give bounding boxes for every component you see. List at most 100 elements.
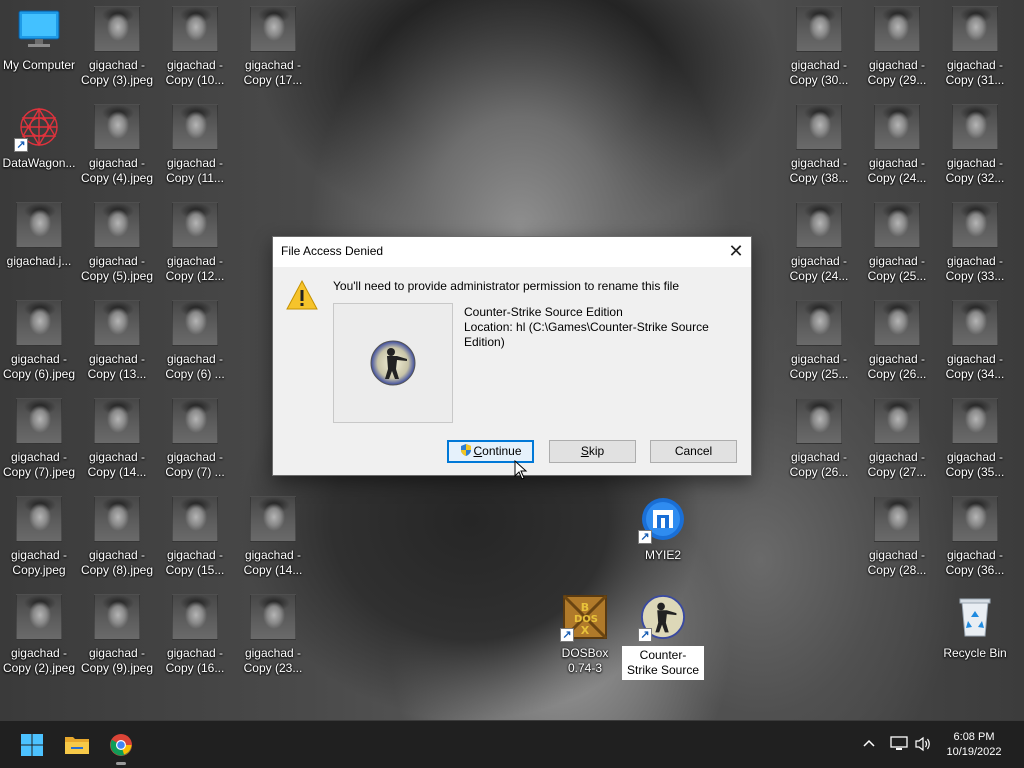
desktop-icon-image-file[interactable]: gigachad - Copy (32...: [936, 98, 1014, 190]
desktop-icon-image-file[interactable]: gigachad - Copy (17...: [234, 0, 312, 92]
continue-label: ontinue: [482, 444, 522, 458]
image-thumbnail-icon: [952, 496, 998, 542]
desktop-icon-image-file[interactable]: gigachad.j...: [0, 196, 78, 288]
start-button[interactable]: [16, 729, 48, 761]
desktop-icon-label: gigachad - Copy (25...: [789, 352, 849, 381]
icon-glyph: [172, 594, 218, 640]
icon-glyph: [172, 104, 218, 150]
desktop-icon-image-file[interactable]: gigachad - Copy (34...: [936, 294, 1014, 386]
desktop-icon-recycle[interactable]: Recycle Bin: [936, 588, 1014, 680]
desktop-icon-image-file[interactable]: gigachad - Copy (30...: [780, 0, 858, 92]
monitor-icon: [18, 10, 60, 47]
desktop-icon-image-file[interactable]: gigachad - Copy (7) ...: [156, 392, 234, 484]
icon-glyph: [250, 6, 296, 52]
desktop-icon-image-file[interactable]: gigachad - Copy.jpeg: [0, 490, 78, 582]
desktop-icon-image-file[interactable]: gigachad - Copy (5).jpeg: [78, 196, 156, 288]
cancel-button[interactable]: Cancel: [650, 440, 737, 463]
desktop-icon-myie[interactable]: ↗ MYIE2: [624, 490, 702, 582]
file-explorer-button[interactable]: [61, 729, 93, 761]
chevron-up-icon[interactable]: [862, 737, 876, 749]
desktop-icon-image-file[interactable]: gigachad - Copy (15...: [156, 490, 234, 582]
icon-glyph: [94, 398, 140, 444]
desktop-icon-image-file[interactable]: gigachad - Copy (13...: [78, 294, 156, 386]
icon-glyph: [796, 104, 842, 150]
desktop-icon-image-file[interactable]: gigachad - Copy (2).jpeg: [0, 588, 78, 680]
desktop-icon-image-file[interactable]: gigachad - Copy (7).jpeg: [0, 392, 78, 484]
desktop-icon-image-file[interactable]: gigachad - Copy (11...: [156, 98, 234, 190]
image-thumbnail-icon: [94, 594, 140, 640]
desktop-icon-image-file[interactable]: gigachad - Copy (6) ...: [156, 294, 234, 386]
image-thumbnail-icon: [172, 300, 218, 346]
desktop-icon-image-file[interactable]: gigachad - Copy (33...: [936, 196, 1014, 288]
icon-glyph: [874, 104, 920, 150]
image-thumbnail-icon: [952, 202, 998, 248]
dialog-titlebar[interactable]: File Access Denied ✕: [273, 237, 751, 267]
network-icon[interactable]: [890, 736, 908, 752]
icon-glyph: [250, 594, 296, 640]
desktop-icon-image-file[interactable]: gigachad - Copy (38...: [780, 98, 858, 190]
desktop-icon-image-file[interactable]: gigachad - Copy (26...: [780, 392, 858, 484]
desktop-icon-image-file[interactable]: gigachad - Copy (27...: [858, 392, 936, 484]
desktop-icon-image-file[interactable]: gigachad - Copy (25...: [780, 294, 858, 386]
desktop-icon-label: gigachad - Copy (7) ...: [165, 450, 225, 479]
skip-button[interactable]: Skip: [549, 440, 636, 463]
desktop-icon-image-file[interactable]: gigachad - Copy (9).jpeg: [78, 588, 156, 680]
desktop-icon-image-file[interactable]: gigachad - Copy (28...: [858, 490, 936, 582]
desktop-icon-image-file[interactable]: gigachad - Copy (14...: [234, 490, 312, 582]
icon-glyph: [952, 6, 998, 52]
desktop-icon-image-file[interactable]: gigachad - Copy (14...: [78, 392, 156, 484]
icon-glyph: [952, 496, 998, 542]
desktop-icon-image-file[interactable]: gigachad - Copy (4).jpeg: [78, 98, 156, 190]
icon-glyph: [952, 202, 998, 248]
desktop-icon-image-file[interactable]: gigachad - Copy (36...: [936, 490, 1014, 582]
desktop-icon-image-file[interactable]: gigachad - Copy (25...: [858, 196, 936, 288]
desktop-icon-label: gigachad - Copy (35...: [945, 450, 1005, 479]
desktop-icon-image-file[interactable]: gigachad - Copy (3).jpeg: [78, 0, 156, 92]
icon-glyph: [952, 398, 998, 444]
image-thumbnail-icon: [16, 594, 62, 640]
svg-text:X: X: [581, 624, 590, 637]
desktop-icon-label: gigachad - Copy (7).jpeg: [2, 450, 76, 479]
image-thumbnail-icon: [16, 300, 62, 346]
image-thumbnail-icon: [874, 496, 920, 542]
desktop-icon-image-file[interactable]: gigachad - Copy (12...: [156, 196, 234, 288]
desktop-icon-image-file[interactable]: gigachad - Copy (26...: [858, 294, 936, 386]
close-icon[interactable]: ✕: [721, 237, 751, 267]
chrome-button[interactable]: [105, 729, 137, 765]
desktop-icon-label: gigachad - Copy (24...: [789, 254, 849, 283]
desktop-icon-image-file[interactable]: gigachad - Copy (23...: [234, 588, 312, 680]
desktop-icon-image-file[interactable]: gigachad - Copy (24...: [780, 196, 858, 288]
image-thumbnail-icon: [796, 104, 842, 150]
shortcut-arrow-icon: ↗: [14, 138, 28, 152]
image-thumbnail-icon: [874, 300, 920, 346]
desktop-icon-label: gigachad - Copy (9).jpeg: [80, 646, 154, 675]
desktop-icon-image-file[interactable]: gigachad - Copy (35...: [936, 392, 1014, 484]
desktop-icon-image-file[interactable]: gigachad - Copy (31...: [936, 0, 1014, 92]
desktop-icon-image-file[interactable]: gigachad - Copy (6).jpeg: [0, 294, 78, 386]
counter-strike-icon: [370, 340, 416, 386]
cancel-label: Cancel: [674, 444, 713, 458]
desktop-icon-image-file[interactable]: gigachad - Copy (24...: [858, 98, 936, 190]
image-thumbnail-icon: [874, 6, 920, 52]
system-clock[interactable]: 6:08 PM 10/19/2022: [944, 730, 1004, 760]
desktop-icon-datawagon[interactable]: ↗ DataWagon...: [0, 98, 78, 190]
image-thumbnail-icon: [250, 496, 296, 542]
file-access-denied-dialog: File Access Denied ✕ You'll need to prov…: [272, 236, 752, 476]
icon-glyph: [94, 6, 140, 52]
icon-glyph: [796, 398, 842, 444]
dialog-message: You'll need to provide administrator per…: [333, 279, 680, 293]
desktop-icon-image-file[interactable]: gigachad - Copy (16...: [156, 588, 234, 680]
desktop-icon-css[interactable]: ↗ Counter- Strike Source: [622, 588, 704, 680]
desktop-icon-dosbox[interactable]: B DOS X ↗ DOSBox 0.74-3: [546, 588, 624, 680]
desktop-icon-image-file[interactable]: gigachad - Copy (8).jpeg: [78, 490, 156, 582]
desktop-icon-label: gigachad - Copy (2).jpeg: [2, 646, 76, 675]
desktop-icon-label: gigachad - Copy (4).jpeg: [80, 156, 154, 185]
desktop-icon-label: gigachad.j...: [6, 254, 72, 268]
volume-icon[interactable]: [914, 736, 932, 752]
desktop-icon-image-file[interactable]: gigachad - Copy (29...: [858, 0, 936, 92]
clock-time: 6:08 PM: [953, 731, 995, 743]
desktop-icon-computer[interactable]: My Computer: [0, 0, 78, 92]
icon-glyph: [94, 300, 140, 346]
desktop-icon-label: gigachad - Copy (3).jpeg: [80, 58, 154, 87]
desktop-icon-image-file[interactable]: gigachad - Copy (10...: [156, 0, 234, 92]
